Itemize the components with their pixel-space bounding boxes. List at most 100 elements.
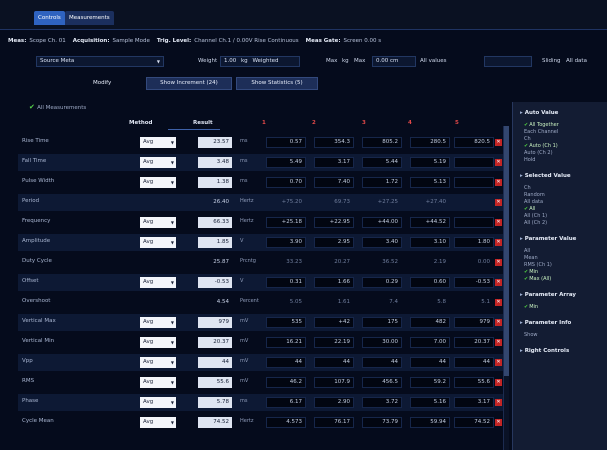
scroll-thumb[interactable] xyxy=(504,126,509,376)
row-value-cell[interactable]: 5.1 xyxy=(454,297,494,308)
row-value-cell[interactable]: 7.4 xyxy=(362,297,402,308)
row-value-cell[interactable]: 3.17 xyxy=(454,397,494,408)
delete-icon[interactable]: ✕ xyxy=(495,299,502,306)
row-value-cell[interactable]: 5.13 xyxy=(410,177,450,188)
show-statistics-button[interactable]: Show Statistics (5) xyxy=(236,77,318,90)
table-row[interactable]: RMSAvg55.6mV46.2107.9456.559.255.6✕ xyxy=(18,374,503,391)
delete-icon[interactable]: ✕ xyxy=(495,199,502,206)
panel-option[interactable]: Hold xyxy=(524,157,535,163)
table-row[interactable]: Cycle Mean Avg 74.52 Hertz 4.573 76.17 73.79 59… xyxy=(18,414,503,431)
panel-section-header[interactable]: Auto Value xyxy=(520,110,559,116)
row-value-cell[interactable]: 44 xyxy=(362,357,402,368)
method-select[interactable]: Avg xyxy=(140,137,176,148)
table-row[interactable]: Rise Time Avg 23.57 ms 0.57 354.3 805.2 280.5 82… xyxy=(18,134,503,151)
table-row[interactable]: Amplitude Avg 1.85 V 3.90 2.95 3.40 3.10 1.80✕ xyxy=(18,234,503,251)
row-value-cell[interactable]: 2.95 xyxy=(314,237,354,248)
table-row[interactable]: OffsetAvg-0.53V0.311.660.290.60-0.53✕ xyxy=(18,274,503,291)
row-value-cell[interactable] xyxy=(454,157,494,168)
row-value-cell[interactable] xyxy=(454,217,494,228)
row-value-cell[interactable]: 30.00 xyxy=(362,337,402,348)
panel-option[interactable]: Ch xyxy=(524,185,531,191)
row-value-cell[interactable]: +44.52 xyxy=(410,217,450,228)
table-row[interactable]: Overshoot 4.54 Percent 5.05 1.61 7.4 5.8 5.1 ✕ xyxy=(18,294,503,311)
row-value-cell[interactable]: 6.17 xyxy=(266,397,306,408)
row-value-cell[interactable]: 1.66 xyxy=(314,277,354,288)
delete-icon[interactable]: ✕ xyxy=(495,139,502,146)
panel-section-header[interactable]: Right Controls xyxy=(520,348,570,354)
row-value-cell[interactable]: 1.72 xyxy=(362,177,402,188)
delete-icon[interactable]: ✕ xyxy=(495,379,502,386)
method-select[interactable]: Avg xyxy=(140,177,176,188)
delete-icon[interactable]: ✕ xyxy=(495,319,502,326)
row-value-cell[interactable]: 7.40 xyxy=(314,177,354,188)
panel-section-header[interactable]: Parameter Info xyxy=(520,320,572,326)
row-value-cell[interactable]: 7.00 xyxy=(410,337,450,348)
row-value-cell[interactable]: 979 xyxy=(454,317,494,328)
table-row[interactable]: VppAvg44mV4444444444✕ xyxy=(18,354,503,371)
row-value-cell[interactable]: 2.90 xyxy=(314,397,354,408)
panel-option[interactable]: All data xyxy=(524,199,543,205)
row-value-cell[interactable]: 1.61 xyxy=(314,297,354,308)
panel-option[interactable]: Auto (Ch 1) xyxy=(524,143,558,149)
tab-measurements[interactable]: Measurements xyxy=(65,11,114,25)
row-value-cell[interactable]: 44 xyxy=(410,357,450,368)
table-row[interactable]: Pulse Width Avg 1.38 ms 0.70 7.40 1.72 5.13 ✕ xyxy=(18,174,503,191)
panel-option[interactable]: Auto (Ch 2) xyxy=(524,150,553,156)
method-select[interactable]: Avg xyxy=(140,417,176,428)
delete-icon[interactable]: ✕ xyxy=(495,359,502,366)
panel-option[interactable]: All xyxy=(524,206,535,212)
count-field[interactable]: 0.00 cm xyxy=(372,56,416,67)
delete-icon[interactable]: ✕ xyxy=(495,239,502,246)
method-select[interactable]: Avg xyxy=(140,217,176,228)
row-value-cell[interactable]: 0.70 xyxy=(266,177,306,188)
table-row[interactable]: Fall Time Avg 3.48 ms 5.49 3.17 5.44 5.19 ✕ xyxy=(18,154,503,171)
row-value-cell[interactable]: 175 xyxy=(362,317,402,328)
row-value-cell[interactable]: 3.40 xyxy=(362,237,402,248)
row-value-cell[interactable]: 0.00 xyxy=(454,257,494,268)
weight-field[interactable]: 1.00 kg Weighted xyxy=(220,56,300,67)
panel-option[interactable]: All (Ch 2) xyxy=(524,220,547,226)
method-select[interactable]: Avg xyxy=(140,377,176,388)
delete-icon[interactable]: ✕ xyxy=(495,399,502,406)
row-value-cell[interactable]: 44 xyxy=(266,357,306,368)
method-select[interactable]: Avg xyxy=(140,357,176,368)
table-scrollbar[interactable] xyxy=(503,126,509,450)
row-value-cell[interactable]: 280.5 xyxy=(410,137,450,148)
show-increment-button[interactable]: Show Increment (24) xyxy=(146,77,232,90)
row-value-cell[interactable]: +27.40 xyxy=(410,197,450,208)
row-value-cell[interactable]: 0.57 xyxy=(266,137,306,148)
row-value-cell[interactable]: 3.72 xyxy=(362,397,402,408)
enable-row[interactable]: ✔ All Measurements xyxy=(29,103,86,112)
source-select[interactable]: Source Meta ▼ xyxy=(36,56,164,67)
row-value-cell[interactable]: 22.19 xyxy=(314,337,354,348)
row-value-cell[interactable]: 5.16 xyxy=(410,397,450,408)
row-value-cell[interactable]: 5.49 xyxy=(266,157,306,168)
delete-icon[interactable]: ✕ xyxy=(495,219,502,226)
row-value-cell[interactable]: 3.90 xyxy=(266,237,306,248)
table-row[interactable]: Vertical MaxAvg979mV535+42175482979✕ xyxy=(18,314,503,331)
row-value-cell[interactable]: 4.573 xyxy=(266,417,306,428)
row-value-cell[interactable]: 76.17 xyxy=(314,417,354,428)
delete-icon[interactable]: ✕ xyxy=(495,159,502,166)
row-value-cell[interactable] xyxy=(454,197,494,208)
row-value-cell[interactable]: 20.37 xyxy=(454,337,494,348)
panel-option[interactable]: RMS (Ch 1) xyxy=(524,262,552,268)
row-value-cell[interactable]: 5.19 xyxy=(410,157,450,168)
row-value-cell[interactable]: 107.9 xyxy=(314,377,354,388)
row-value-cell[interactable]: 36.52 xyxy=(362,257,402,268)
row-value-cell[interactable]: +22.95 xyxy=(314,217,354,228)
row-value-cell[interactable]: 1.80 xyxy=(454,237,494,248)
panel-option[interactable]: Each Channel xyxy=(524,129,558,135)
row-value-cell[interactable]: 3.10 xyxy=(410,237,450,248)
delete-icon[interactable]: ✕ xyxy=(495,179,502,186)
row-value-cell[interactable]: 55.6 xyxy=(454,377,494,388)
modify-button[interactable]: Modify xyxy=(93,80,111,86)
delete-icon[interactable]: ✕ xyxy=(495,339,502,346)
table-row[interactable]: Vertical Min Avg 20.37 mV 16.21 22.19 30.00 7.0… xyxy=(18,334,503,351)
row-value-cell[interactable]: 20.27 xyxy=(314,257,354,268)
row-value-cell[interactable]: +25.18 xyxy=(266,217,306,228)
row-value-cell[interactable]: 59.94 xyxy=(410,417,450,428)
panel-option[interactable]: Min xyxy=(524,304,538,310)
method-select[interactable]: Avg xyxy=(140,337,176,348)
method-select[interactable]: Avg xyxy=(140,237,176,248)
